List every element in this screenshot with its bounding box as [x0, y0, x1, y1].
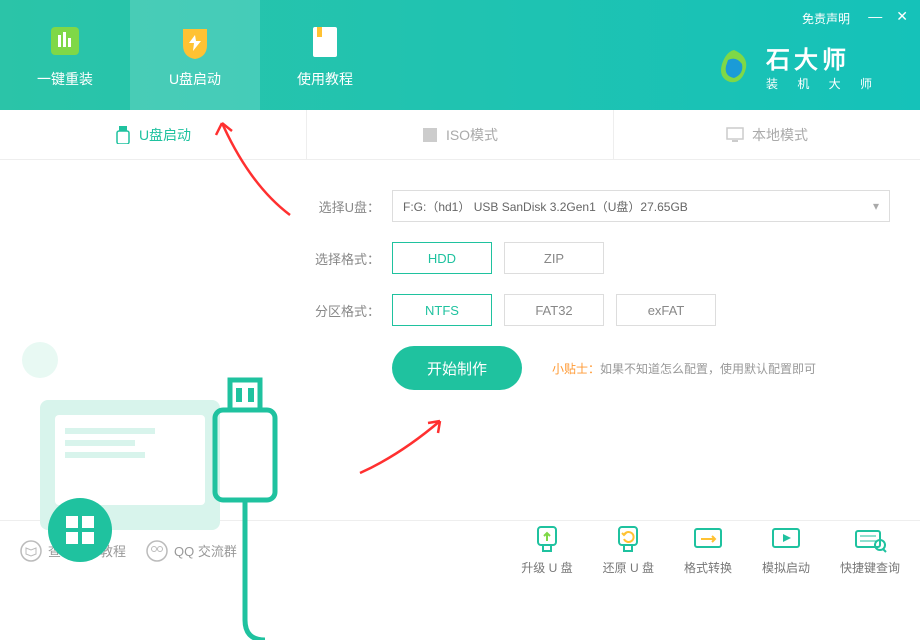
action-hotkey-query[interactable]: 快捷键查询	[840, 525, 900, 576]
usb-up-icon	[530, 525, 564, 555]
format-hdd[interactable]: HDD	[392, 242, 492, 274]
partition-exfat[interactable]: exFAT	[616, 294, 716, 326]
tip-text: 小贴士：如果不知道怎么配置，使用默认配置即可	[552, 360, 816, 377]
tip-content: 如果不知道怎么配置，使用默认配置即可	[600, 362, 816, 376]
logo-title: 石大师	[766, 40, 880, 75]
action-upgrade-usb[interactable]: 升级 U 盘	[521, 525, 572, 576]
tab-local[interactable]: 本地模式	[614, 110, 920, 159]
disclaimer-link[interactable]: 免责声明	[802, 10, 850, 27]
chevron-down-icon: ▾	[873, 199, 879, 213]
nav-tutorial[interactable]: 使用教程	[260, 0, 390, 110]
usb-shield-icon	[175, 21, 215, 61]
monitor-icon	[726, 127, 744, 143]
header-bar: 免责声明 — ✕ 一键重装 U盘启动 使用教程 石大师 装 机 大 师	[0, 0, 920, 110]
partition-ntfs[interactable]: NTFS	[392, 294, 492, 326]
tab-label: 本地模式	[752, 125, 808, 145]
partition-label: 分区格式：	[310, 301, 380, 320]
logo: 石大师 装 机 大 师	[714, 40, 880, 92]
computer-usb-illustration	[20, 340, 300, 640]
action-format-convert[interactable]: 格式转换	[684, 525, 732, 576]
usb-icon	[115, 126, 131, 144]
format-label: 选择格式：	[310, 249, 380, 268]
action-restore-usb[interactable]: 还原 U 盘	[603, 525, 654, 576]
disk-value: F:G:（hd1） USB SanDisk 3.2Gen1（U盘）27.65GB	[403, 198, 688, 215]
partition-fat32[interactable]: FAT32	[504, 294, 604, 326]
action-label: 还原 U 盘	[603, 559, 654, 576]
tip-label: 小贴士：	[552, 362, 600, 376]
nav-usb-boot[interactable]: U盘启动	[130, 0, 260, 110]
nav-label: 一键重装	[37, 69, 93, 89]
logo-subtitle: 装 机 大 师	[766, 75, 880, 92]
action-simulate-boot[interactable]: 模拟启动	[762, 525, 810, 576]
disk-select[interactable]: F:G:（hd1） USB SanDisk 3.2Gen1（U盘）27.65GB…	[392, 190, 890, 222]
logo-icon	[714, 46, 754, 86]
nav-reinstall[interactable]: 一键重装	[0, 0, 130, 110]
iso-icon	[422, 127, 438, 143]
tab-usb-boot[interactable]: U盘启动	[0, 110, 307, 159]
monitor-play-icon	[769, 525, 803, 555]
action-label: 快捷键查询	[840, 559, 900, 576]
reinstall-icon	[45, 21, 85, 61]
close-button[interactable]: ✕	[896, 8, 908, 25]
tab-label: ISO模式	[446, 125, 498, 145]
action-label: 格式转换	[684, 559, 732, 576]
keyboard-search-icon	[853, 525, 887, 555]
convert-icon	[691, 525, 725, 555]
tab-label: U盘启动	[139, 125, 191, 145]
action-label: 升级 U 盘	[521, 559, 572, 576]
minimize-button[interactable]: —	[868, 8, 882, 25]
book-icon	[305, 21, 345, 61]
window-controls: — ✕	[868, 8, 908, 25]
usb-restore-icon	[611, 525, 645, 555]
nav-label: U盘启动	[169, 69, 221, 89]
disk-label: 选择U盘：	[310, 197, 380, 216]
action-label: 模拟启动	[762, 559, 810, 576]
nav-label: 使用教程	[297, 69, 353, 89]
mode-tabs: U盘启动 ISO模式 本地模式	[0, 110, 920, 160]
config-form: 选择U盘： F:G:（hd1） USB SanDisk 3.2Gen1（U盘）2…	[300, 160, 920, 520]
start-button[interactable]: 开始制作	[392, 346, 522, 390]
illustration-pane	[0, 160, 300, 520]
format-zip[interactable]: ZIP	[504, 242, 604, 274]
tab-iso[interactable]: ISO模式	[307, 110, 614, 159]
